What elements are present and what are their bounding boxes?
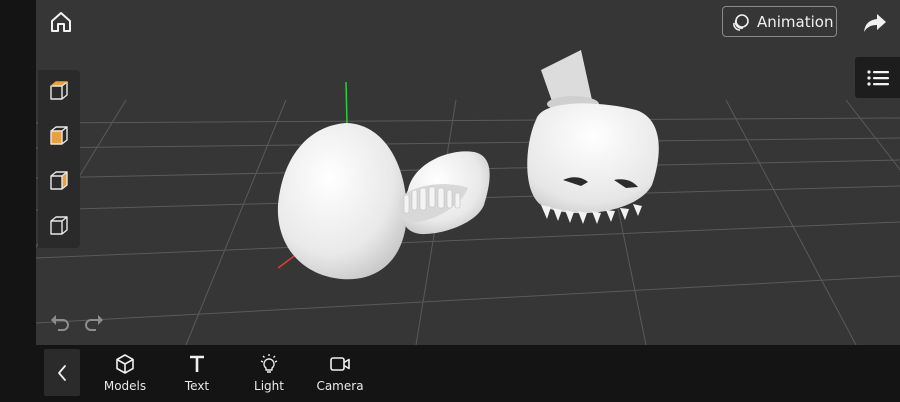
share-arrow-icon (864, 14, 886, 32)
video-camera-icon (330, 357, 350, 371)
redo-icon (85, 315, 103, 331)
y-axis-line (345, 81, 348, 125)
share-button[interactable] (860, 8, 890, 38)
home-button[interactable] (46, 7, 76, 37)
floor-grid (36, 99, 900, 345)
scene-canvas[interactable] (36, 0, 900, 345)
list-menu-button[interactable] (855, 57, 900, 98)
text-t-icon (190, 355, 204, 372)
undo-icon (51, 315, 69, 331)
view-right-button[interactable] (44, 166, 74, 196)
egg-model[interactable] (277, 123, 407, 280)
head-model[interactable] (527, 50, 659, 224)
3d-viewport[interactable] (36, 0, 900, 345)
models-label: Models (103, 379, 147, 393)
light-tool-button[interactable]: Light (252, 352, 286, 396)
left-edge (0, 0, 36, 402)
redo-button[interactable] (82, 312, 106, 334)
view-cube-panel (38, 70, 80, 248)
list-menu-icon (866, 69, 889, 86)
cube-icon (116, 354, 134, 374)
cube-view-back-icon (50, 216, 68, 235)
cube-view-side-icon (50, 126, 68, 145)
models-tool-button[interactable]: Models (104, 352, 146, 396)
cube-view-front-icon (50, 81, 68, 100)
home-icon (51, 12, 71, 32)
undo-button[interactable] (48, 312, 72, 334)
light-bulb-icon (260, 354, 278, 373)
view-front-button[interactable] (44, 76, 74, 106)
animation-layers-icon (733, 13, 749, 31)
text-label: Text (184, 379, 210, 393)
back-button[interactable] (44, 349, 80, 396)
chevron-left-icon (58, 364, 66, 381)
animation-label: Animation (757, 12, 834, 31)
camera-tool-button[interactable]: Camera (316, 352, 364, 396)
view-side-button[interactable] (44, 121, 74, 151)
jaw-model[interactable] (399, 151, 490, 235)
light-label: Light (254, 379, 284, 393)
cube-view-right-icon (50, 171, 68, 190)
view-back-button[interactable] (44, 211, 74, 241)
camera-label: Camera (316, 379, 364, 393)
animation-button[interactable]: Animation (722, 6, 837, 37)
text-tool-button[interactable]: Text (182, 352, 212, 396)
